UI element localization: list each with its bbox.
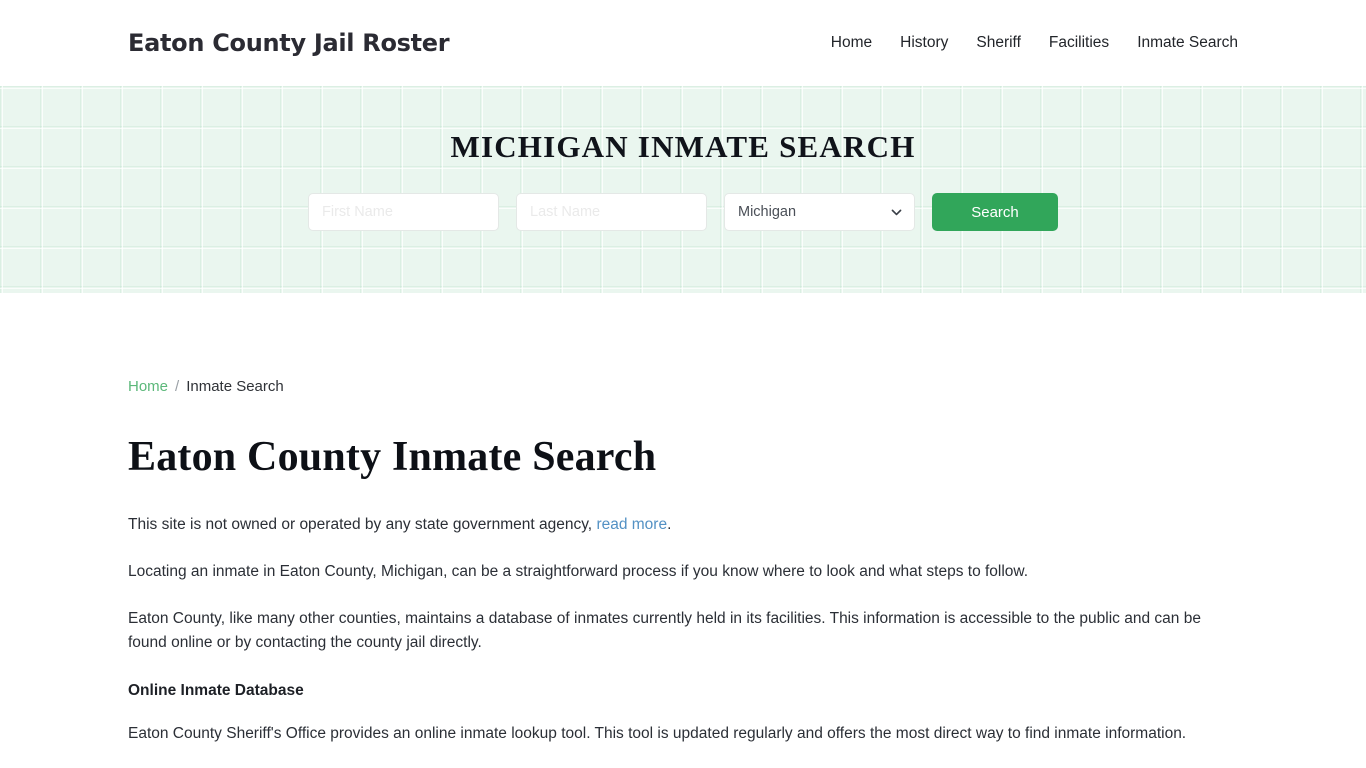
disclaimer-paragraph: This site is not owned or operated by an… [128,513,1218,538]
nav-item-history[interactable]: History [900,34,948,52]
breadcrumb-separator: / [175,378,180,395]
intro-paragraph: Locating an inmate in Eaton County, Mich… [128,562,1029,580]
database-paragraph: Eaton County, like many other counties, … [128,609,1201,652]
state-select[interactable]: Michigan [724,193,915,231]
first-name-input[interactable] [308,193,499,231]
lookup-tool-paragraph: Eaton County Sheriff's Office provides a… [128,725,1187,743]
breadcrumb-current: Inmate Search [186,378,284,395]
main-content: Home / Inmate Search Eaton County Inmate… [0,378,1366,768]
nav-item-inmate-search[interactable]: Inmate Search [1137,34,1238,52]
main-navigation: Home History Sheriff Facilities Inmate S… [831,34,1238,52]
subheading-online-inmate-database: Online Inmate Database [128,682,304,700]
state-select-wrapper: Michigan [724,193,915,231]
nav-item-home[interactable]: Home [831,34,872,52]
read-more-link[interactable]: read more [596,516,667,533]
breadcrumb: Home / Inmate Search [128,378,1238,395]
disclaimer-text: This site is not owned or operated by an… [128,516,593,533]
search-button[interactable]: Search [932,193,1058,231]
nav-item-sheriff[interactable]: Sheriff [976,34,1021,52]
page-title: Eaton County Inmate Search [128,434,657,480]
site-brand-logo[interactable]: Eaton County Jail Roster [128,29,450,57]
nav-item-facilities[interactable]: Facilities [1049,34,1109,52]
breadcrumb-home-link[interactable]: Home [128,378,168,395]
hero-title: MICHIGAN INMATE SEARCH [450,129,916,164]
hero-search-section: MICHIGAN INMATE SEARCH Michigan Search [0,86,1366,293]
last-name-input[interactable] [516,193,707,231]
site-header: Eaton County Jail Roster Home History Sh… [0,0,1366,86]
inmate-search-form: Michigan Search [308,193,1058,231]
disclaimer-suffix: . [667,516,672,533]
